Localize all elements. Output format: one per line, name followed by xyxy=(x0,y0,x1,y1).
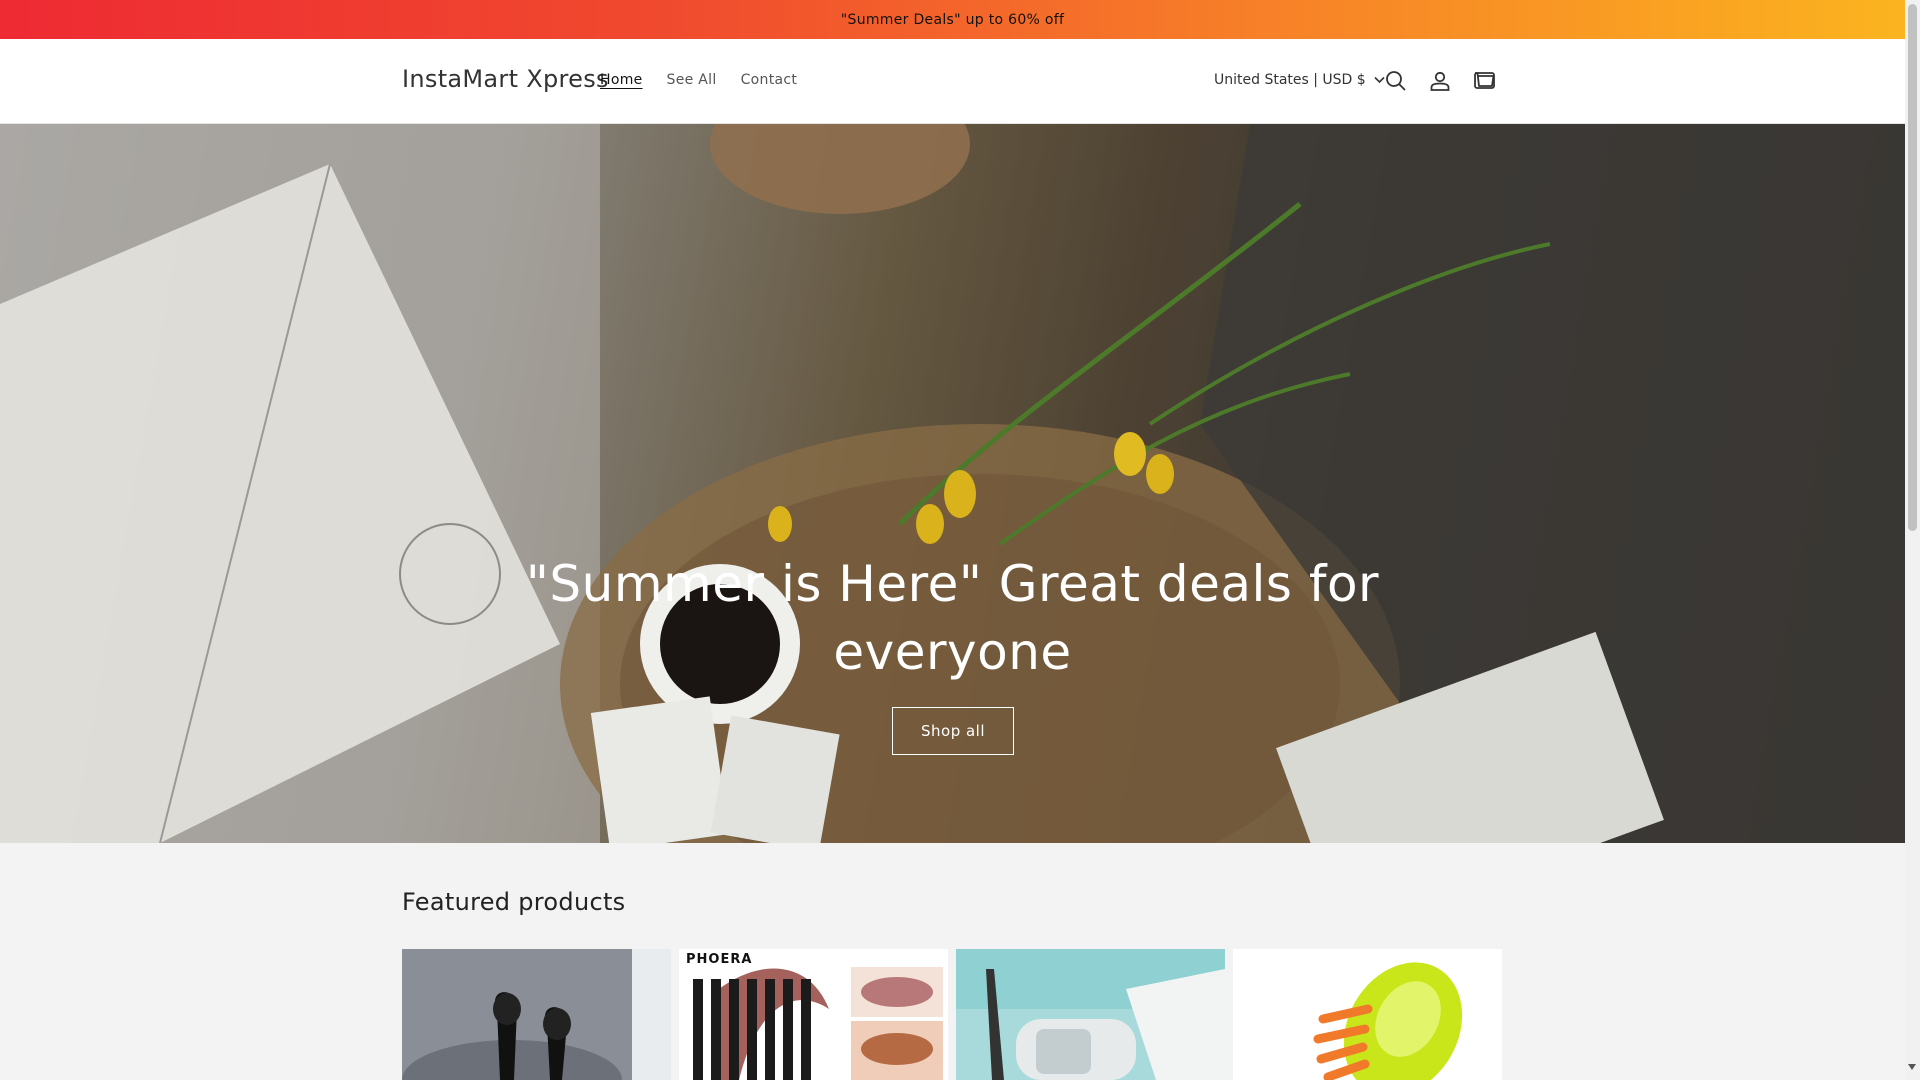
site-header: InstaMart Xpress Home See All Contact Un… xyxy=(0,39,1905,124)
earbuds-image xyxy=(402,949,671,1080)
product-card-earbuds[interactable] xyxy=(402,949,671,1080)
locale-label: United States | USD $ xyxy=(1214,72,1366,88)
shop-all-button[interactable]: Shop all xyxy=(892,707,1014,755)
product-card-pet-brush[interactable] xyxy=(1233,949,1502,1080)
product-brand-text: PHOERA xyxy=(686,952,753,967)
product-card-vacuum[interactable] xyxy=(956,949,1225,1080)
vacuum-image xyxy=(956,949,1225,1080)
hero-heading: "Summer is Here" Great deals for everyon… xyxy=(0,550,1905,686)
nav-see-all[interactable]: See All xyxy=(667,72,717,88)
hero-heading-line-1: "Summer is Here" Great deals for xyxy=(525,555,1380,613)
scroll-down-arrow-icon[interactable] xyxy=(1908,1064,1916,1070)
search-icon[interactable] xyxy=(1382,67,1410,95)
country-currency-selector[interactable]: United States | USD $ xyxy=(1214,72,1385,88)
pet-brush-image xyxy=(1233,949,1502,1080)
nav-home[interactable]: Home xyxy=(600,72,643,88)
nav-contact[interactable]: Contact xyxy=(741,72,798,88)
featured-products-heading: Featured products xyxy=(402,888,626,916)
scrollbar-thumb[interactable] xyxy=(1908,4,1917,531)
hero-heading-line-2: everyone xyxy=(833,623,1072,681)
hero-banner: "Summer is Here" Great deals for everyon… xyxy=(0,124,1905,843)
announcement-bar: "Summer Deals" up to 60% off xyxy=(0,0,1905,39)
lip-liner-image xyxy=(679,949,948,1080)
cart-icon[interactable] xyxy=(1470,67,1498,95)
main-nav: Home See All Contact xyxy=(600,72,821,88)
account-icon[interactable] xyxy=(1426,67,1454,95)
store-logo[interactable]: InstaMart Xpress xyxy=(402,65,609,93)
product-card-lip-liner[interactable]: PHOERA xyxy=(679,949,948,1080)
product-grid: PHOERA xyxy=(402,949,1502,1080)
announcement-text: "Summer Deals" up to 60% off xyxy=(840,11,1065,28)
